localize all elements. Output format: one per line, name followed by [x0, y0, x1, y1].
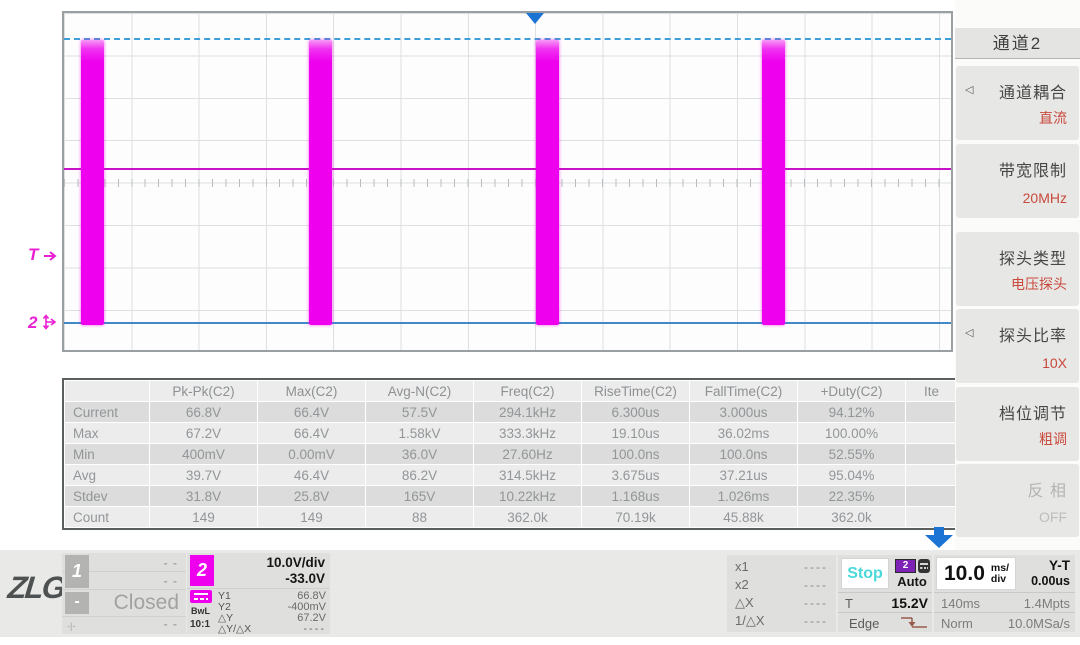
cursor-dx-label: △X: [735, 595, 754, 611]
chevron-left-icon: ◁: [965, 326, 973, 339]
probe-ratio-flag: 10:1: [190, 619, 210, 630]
cursor-1dx-label: 1/△X: [735, 613, 765, 629]
menu-item-value: 10X: [1042, 355, 1067, 371]
center-axis-ticks: [64, 179, 951, 187]
falling-edge-icon: [899, 615, 929, 635]
table-row: Count14914988362.0k70.19k45.88k362.0k: [65, 507, 957, 527]
trace-baseline: [64, 168, 951, 170]
table-row: Min400mV0.00mV36.0V27.60Hz100.0ns100.0ns…: [65, 444, 957, 464]
time-span: 140ms: [941, 596, 980, 611]
menu-item-label: 通道耦合: [999, 79, 1067, 103]
ch1-value: - -: [164, 617, 178, 631]
pulse: [762, 40, 785, 325]
table-row: Current66.8V66.4V57.5V294.1kHz6.300us3.0…: [65, 402, 957, 422]
acquisition-status[interactable]: Stop: [841, 558, 889, 589]
timebase-scale: 10.0: [944, 562, 985, 586]
menu-item-value: OFF: [1039, 509, 1067, 525]
channel1-offset-badge: -: [65, 592, 89, 614]
menu-item-label: 反 相: [1028, 477, 1067, 501]
sample-rate: 10.0MSa/s: [1008, 616, 1070, 631]
trigger-level-label: T: [845, 596, 853, 611]
menu-title: 通道2: [955, 28, 1080, 59]
cursor-label: △Y/△X: [218, 623, 251, 635]
menu-item-invert: 反 相 OFF: [956, 464, 1079, 537]
menu-item-value: 电压探头: [1011, 274, 1067, 294]
menu-item-value: 粗调: [1039, 429, 1067, 449]
probe-icon: -|-: [67, 621, 75, 631]
level-arrow-icon: [42, 314, 59, 330]
timebase-scale-box[interactable]: 10.0 ms/div: [936, 557, 1016, 590]
dc-coupling-icon: [190, 590, 212, 603]
menu-item-probe-type[interactable]: 探头类型 电压探头: [956, 232, 1079, 306]
menu-item-label: 带宽限制: [999, 157, 1067, 181]
channel-menu-sidebar: 通道2 ◁ 通道耦合 直流 带宽限制 20MHz 探头类型 电压探头 ◁ 探头比…: [955, 0, 1080, 552]
trigger-delay: 0.00us: [1031, 574, 1070, 588]
channel2-badge: 2: [190, 555, 214, 586]
trigger-position-marker[interactable]: [526, 13, 544, 24]
channel2-ground-marker[interactable]: 2: [28, 314, 59, 332]
channel-marker-label: 2: [28, 313, 37, 332]
menu-item-label: 探头比率: [999, 322, 1067, 346]
trigger-level-value: 15.2V: [891, 595, 928, 611]
acquire-mode: Norm: [941, 616, 973, 631]
cursor-x1-value: ----: [804, 560, 828, 574]
menu-item-label: 探头类型: [999, 245, 1067, 269]
channel2-info-box[interactable]: 2 10.0V/div -33.0V BwL 10:1 Y1 66.8V Y2 …: [187, 553, 330, 634]
menu-item-gear-adjust[interactable]: 档位调节 粗调: [956, 387, 1079, 461]
menu-item-value: 直流: [1039, 108, 1067, 128]
table-row: Stdev31.8V25.8V165V10.22kHz1.168us1.026m…: [65, 486, 957, 506]
menu-item-bandwidth[interactable]: 带宽限制 20MHz: [956, 144, 1079, 218]
measurement-table: Pk-Pk(C2)Max(C2)Avg-N(C2)Freq(C2)RiseTim…: [62, 378, 960, 530]
cursor-x2-label: x2: [735, 577, 749, 592]
cursor-x2-value: ----: [804, 578, 828, 592]
cursor-1dx-value: ----: [804, 614, 828, 628]
channel1-info-box[interactable]: 1 - - - - - Closed -|- - -: [62, 553, 186, 634]
trigger-level-marker[interactable]: T: [28, 246, 59, 264]
trigger-mode: Auto: [893, 574, 931, 589]
table-row: Max67.2V66.4V1.58kV333.3kHz19.10us36.02m…: [65, 423, 957, 443]
chevron-left-icon: ◁: [965, 83, 973, 96]
cursor-dx-value: ----: [804, 596, 828, 610]
volts-per-div: 10.0V/div: [266, 555, 325, 570]
ch1-value: - -: [164, 574, 178, 588]
memory-depth: 1.4Mpts: [1024, 596, 1070, 611]
timebase-box: 10.0 ms/div Y-T 0.00us 140ms 1.4Mpts Nor…: [934, 555, 1075, 632]
menu-item-value: 20MHz: [1023, 190, 1067, 206]
trigger-coupling-icon: [918, 559, 930, 573]
channel1-badge: 1: [65, 555, 89, 588]
trigger-type: Edge: [849, 616, 879, 631]
timebase-unit: ms/div: [991, 563, 1009, 585]
trigger-level-label: T: [28, 245, 38, 264]
trigger-status-box: Stop 2 Auto T 15.2V Edge: [838, 555, 932, 632]
pulse: [309, 40, 332, 325]
menu-item-label: 档位调节: [999, 400, 1067, 424]
channel-offset: -33.0V: [285, 571, 325, 586]
oscilloscope-screen: T 2 Pk-Pk(C2)Max(C2)Avg-N(C2)Freq(C2)Ris…: [0, 0, 1080, 645]
cursor-y2-line[interactable]: [64, 322, 951, 324]
status-bar: ZLG® 1 - - - - - Closed -|- - - 2 10.0V/…: [0, 550, 1080, 637]
ch1-value: - -: [164, 556, 178, 570]
cursor-y1-line[interactable]: [64, 38, 951, 40]
menu-item-coupling[interactable]: ◁ 通道耦合 直流: [956, 66, 1079, 140]
waveform-display: [62, 11, 953, 352]
pulse: [81, 40, 104, 325]
cursor-readout-box: x1 ---- x2 ---- △X ---- 1/△X ----: [727, 555, 836, 632]
cursor-x1-label: x1: [735, 559, 749, 574]
right-arrow-icon: [43, 250, 59, 262]
bandwidth-limit-flag: BwL: [191, 606, 210, 616]
menu-item-probe-ratio[interactable]: ◁ 探头比率 10X: [956, 309, 1079, 383]
channel1-state: Closed: [114, 591, 179, 615]
display-mode: Y-T: [1049, 558, 1070, 573]
pulse: [536, 40, 559, 325]
trigger-source-badge: 2: [895, 559, 916, 573]
table-header-row: Pk-Pk(C2)Max(C2)Avg-N(C2)Freq(C2)RiseTim…: [65, 381, 957, 401]
scroll-down-arrow-icon[interactable]: [925, 527, 953, 548]
cursor-value: ----: [303, 623, 326, 635]
table-row: Avg39.7V46.4V86.2V314.5kHz3.675us37.21us…: [65, 465, 957, 485]
